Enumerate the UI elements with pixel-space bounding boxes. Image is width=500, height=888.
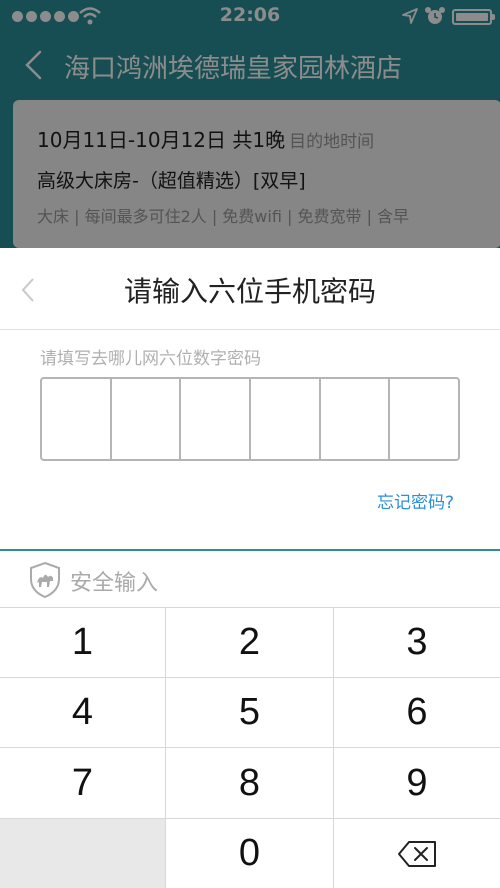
- password-sheet: 请输入六位手机密码 请填写去哪儿网六位数字密码 忘记密码? 安全输入 1 2 3…: [0, 248, 500, 888]
- secure-input-label: 安全输入: [70, 571, 159, 596]
- delete-key[interactable]: [334, 818, 500, 888]
- key-6[interactable]: 6: [334, 677, 500, 747]
- key-9[interactable]: 9: [334, 747, 500, 818]
- key-1[interactable]: 1: [0, 607, 166, 677]
- background-app: 22:06 海口鸿洲埃德瑞皇家园林酒店 10月11日-10月12日 共1晚 目的地…: [0, 0, 500, 248]
- password-input[interactable]: [40, 377, 460, 461]
- sheet-title: 请输入六位手机密码: [123, 275, 376, 308]
- key-7[interactable]: 7: [0, 747, 166, 818]
- key-0[interactable]: 0: [166, 818, 334, 888]
- key-4[interactable]: 4: [0, 677, 166, 747]
- key-3[interactable]: 3: [334, 607, 500, 677]
- backspace-icon: [398, 840, 436, 867]
- forgot-password-link[interactable]: 忘记密码?: [377, 488, 454, 513]
- key-5[interactable]: 5: [166, 677, 334, 747]
- key-blank: [0, 818, 166, 888]
- password-digit-box: [112, 379, 182, 459]
- key-2[interactable]: 2: [166, 607, 334, 677]
- numeric-keypad: 1 2 3 4 5 6 7 8 9 0: [0, 607, 500, 888]
- modal-overlay[interactable]: [0, 0, 500, 248]
- password-digit-box: [321, 379, 391, 459]
- password-hint: 请填写去哪儿网六位数字密码: [40, 349, 261, 369]
- password-digit-box: [390, 379, 458, 459]
- password-digit-box: [251, 379, 321, 459]
- sheet-header: 请输入六位手机密码: [0, 248, 500, 330]
- camel-shield-icon: [30, 561, 60, 599]
- password-digit-box: [42, 379, 112, 459]
- key-8[interactable]: 8: [166, 747, 334, 818]
- secure-input-bar: 安全输入: [0, 551, 500, 607]
- password-digit-box: [181, 379, 252, 459]
